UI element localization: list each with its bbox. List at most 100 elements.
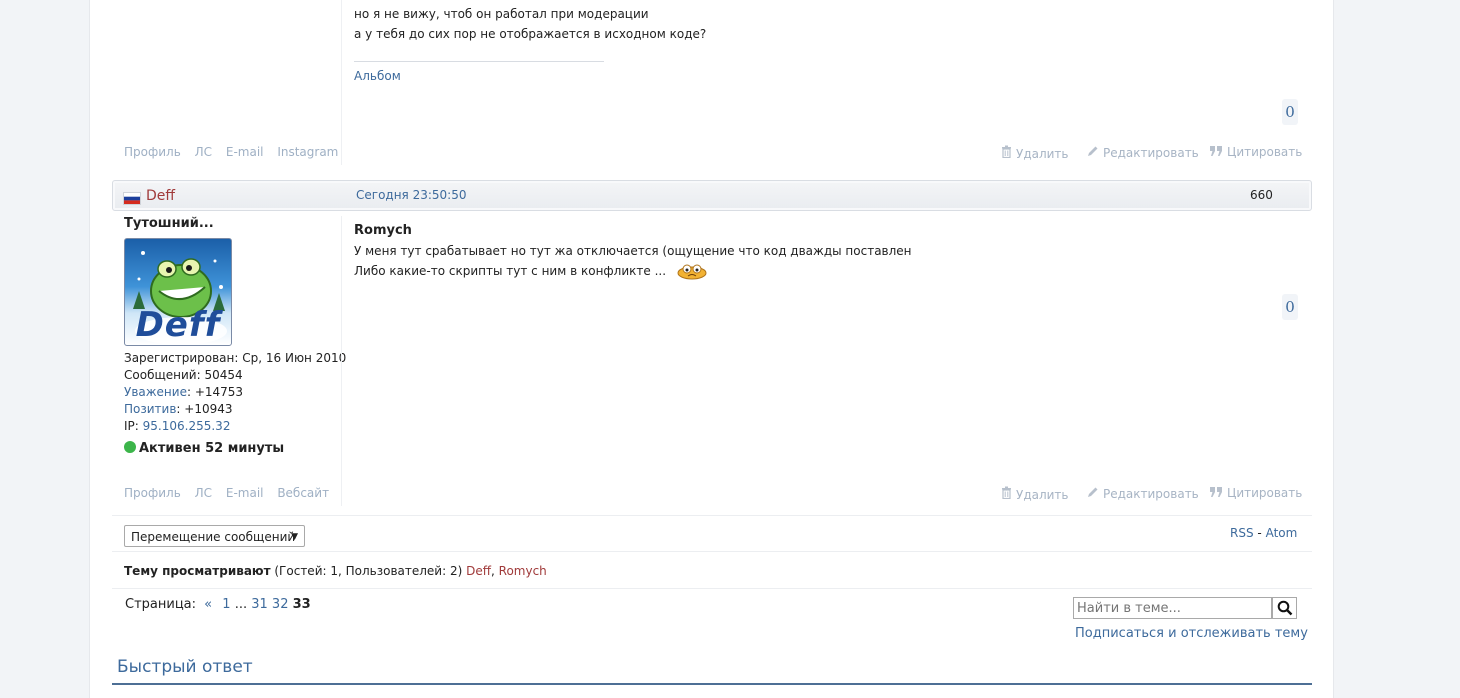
page-link[interactable]: 1	[222, 597, 230, 612]
rss-link[interactable]: RSS	[1230, 526, 1254, 540]
profile-link[interactable]: Профиль	[124, 145, 181, 159]
trash-icon	[1001, 486, 1012, 502]
subscribe-link[interactable]: Подписаться и отслеживать тему	[1075, 626, 1308, 641]
quote-icon	[1210, 145, 1223, 159]
pencil-icon	[1087, 145, 1099, 160]
registered-label: Зарегистрирован:	[124, 351, 239, 365]
respect-link[interactable]: Уважение	[124, 385, 187, 399]
post2-delete-button[interactable]: Удалить	[1001, 486, 1069, 502]
pagination: Страница: « 1 ... 31 32 33	[125, 597, 311, 612]
quote-label: Цитировать	[1227, 486, 1303, 500]
messages-row: Сообщений: 50454	[124, 367, 346, 384]
avatar-caption: Deff	[135, 305, 221, 345]
registered-value: Ср, 16 Июн 2010	[242, 351, 347, 365]
dropdown-arrow-icon: ▼	[291, 532, 298, 542]
post1-body: но я не вижу, чтоб он работал при модера…	[354, 4, 706, 44]
pm-link[interactable]: ЛС	[195, 486, 212, 500]
footer-divider	[112, 515, 1312, 516]
search-button[interactable]	[1272, 597, 1297, 619]
email-link[interactable]: E-mail	[226, 145, 264, 159]
post2-edit-button[interactable]: Редактировать	[1087, 486, 1199, 501]
topic-search-input[interactable]	[1073, 597, 1272, 619]
post1-quote-button[interactable]: Цитировать	[1210, 145, 1302, 159]
quick-reply-underline	[112, 683, 1312, 685]
avatar[interactable]: Deff	[124, 238, 232, 346]
online-status-text: Активен 52 минуты	[139, 441, 285, 456]
post2-column-divider	[341, 216, 342, 506]
trash-icon	[1001, 145, 1012, 161]
album-link[interactable]: Альбом	[354, 69, 401, 83]
page-link[interactable]: 32	[272, 597, 289, 612]
user-rank: Тутошний...	[124, 216, 214, 231]
post1-line: но я не вижу, чтоб он работал при модера…	[354, 7, 649, 21]
viewer-user-link[interactable]: Romych	[499, 564, 547, 578]
post2-like-counter[interactable]: 0	[1282, 294, 1298, 320]
forum-page: но я не вижу, чтоб он работал при модера…	[89, 0, 1334, 698]
ip-link[interactable]: 95.106.255.32	[143, 419, 231, 433]
feed-links: RSS - Atom	[1230, 526, 1297, 540]
post2-body: У меня тут срабатывает но тут жа отключа…	[354, 241, 912, 286]
profile-link[interactable]: Профиль	[124, 486, 181, 500]
online-dot-icon	[124, 441, 136, 453]
post1-edit-button[interactable]: Редактировать	[1087, 145, 1199, 160]
search-icon	[1277, 600, 1293, 619]
edit-label: Редактировать	[1103, 487, 1199, 501]
post2-line: У меня тут срабатывает но тут жа отключа…	[354, 244, 912, 258]
smiley-icon	[676, 262, 708, 286]
quote-author: Romych	[354, 223, 412, 238]
website-link[interactable]: Вебсайт	[277, 486, 329, 500]
quote-label: Цитировать	[1227, 145, 1303, 159]
pagination-label: Страница:	[125, 597, 197, 612]
delete-label: Удалить	[1016, 147, 1069, 161]
post2-quote-button[interactable]: Цитировать	[1210, 486, 1302, 500]
pm-link[interactable]: ЛС	[195, 145, 212, 159]
post1-line: а у тебя до сих пор не отображается в ис…	[354, 27, 707, 41]
positive-link[interactable]: Позитив	[124, 402, 176, 416]
post2-profile-links: Профиль ЛС E-mail Вебсайт	[124, 486, 339, 500]
post1-like-counter[interactable]: 0	[1282, 99, 1298, 125]
quick-reply-title: Быстрый ответ	[117, 657, 253, 677]
post2-number[interactable]: 660	[1250, 188, 1273, 202]
topic-viewers: Тему просматривают (Гостей: 1, Пользоват…	[124, 564, 547, 578]
instagram-link[interactable]: Instagram	[277, 145, 338, 159]
pencil-icon	[1087, 486, 1099, 501]
quote-icon	[1210, 486, 1223, 500]
post2-line-text: Либо какие-то скрипты тут с ним в конфли…	[354, 264, 667, 278]
ip-row: IP: 95.106.255.32	[124, 418, 346, 435]
positive-row: Позитив: +10943	[124, 401, 346, 418]
messages-value: 50454	[204, 368, 243, 382]
edit-label: Редактировать	[1103, 146, 1199, 160]
move-posts-select-value: Перемещение сообщений	[131, 530, 296, 544]
pagination-ellipsis: ...	[234, 597, 248, 612]
respect-row: Уважение: +14753	[124, 384, 346, 401]
prev-page-link[interactable]: «	[204, 597, 212, 612]
footer-divider	[112, 588, 1312, 589]
post1-delete-button[interactable]: Удалить	[1001, 145, 1069, 161]
respect-value: : +14753	[186, 385, 244, 399]
online-status: Активен 52 минуты	[124, 441, 284, 456]
messages-label: Сообщений:	[124, 368, 201, 382]
delete-label: Удалить	[1016, 488, 1069, 502]
viewers-counts: (Гостей: 1, Пользователей: 2)	[274, 564, 463, 578]
email-link[interactable]: E-mail	[226, 486, 264, 500]
post2-author[interactable]: Deff	[146, 188, 175, 204]
current-page: 33	[292, 597, 311, 612]
post2-line: Либо какие-то скрипты тут с ним в конфли…	[354, 261, 912, 286]
positive-value: : +10943	[176, 402, 233, 416]
viewer-user-link[interactable]: Deff	[466, 564, 491, 578]
post2-header: Deff Сегодня 23:50:50 660	[112, 180, 1312, 211]
footer-divider	[112, 551, 1312, 552]
post1-profile-links: Профиль ЛС E-mail Instagram	[124, 145, 348, 159]
post2-time-link[interactable]: Сегодня 23:50:50	[356, 188, 466, 202]
atom-link[interactable]: Atom	[1266, 526, 1298, 540]
registered-row: Зарегистрирован: Ср, 16 Июн 2010	[124, 350, 346, 367]
move-posts-select[interactable]: Перемещение сообщений ▼	[124, 525, 305, 547]
signature-divider	[354, 61, 604, 62]
viewers-label: Тему просматривают	[124, 564, 271, 578]
feed-separator: -	[1257, 526, 1262, 540]
post1-column-divider	[341, 0, 342, 165]
user-info: Зарегистрирован: Ср, 16 Июн 2010 Сообщен…	[124, 350, 346, 435]
page-link[interactable]: 31	[251, 597, 268, 612]
ip-label: IP:	[124, 419, 139, 433]
russia-flag-icon	[123, 192, 141, 205]
